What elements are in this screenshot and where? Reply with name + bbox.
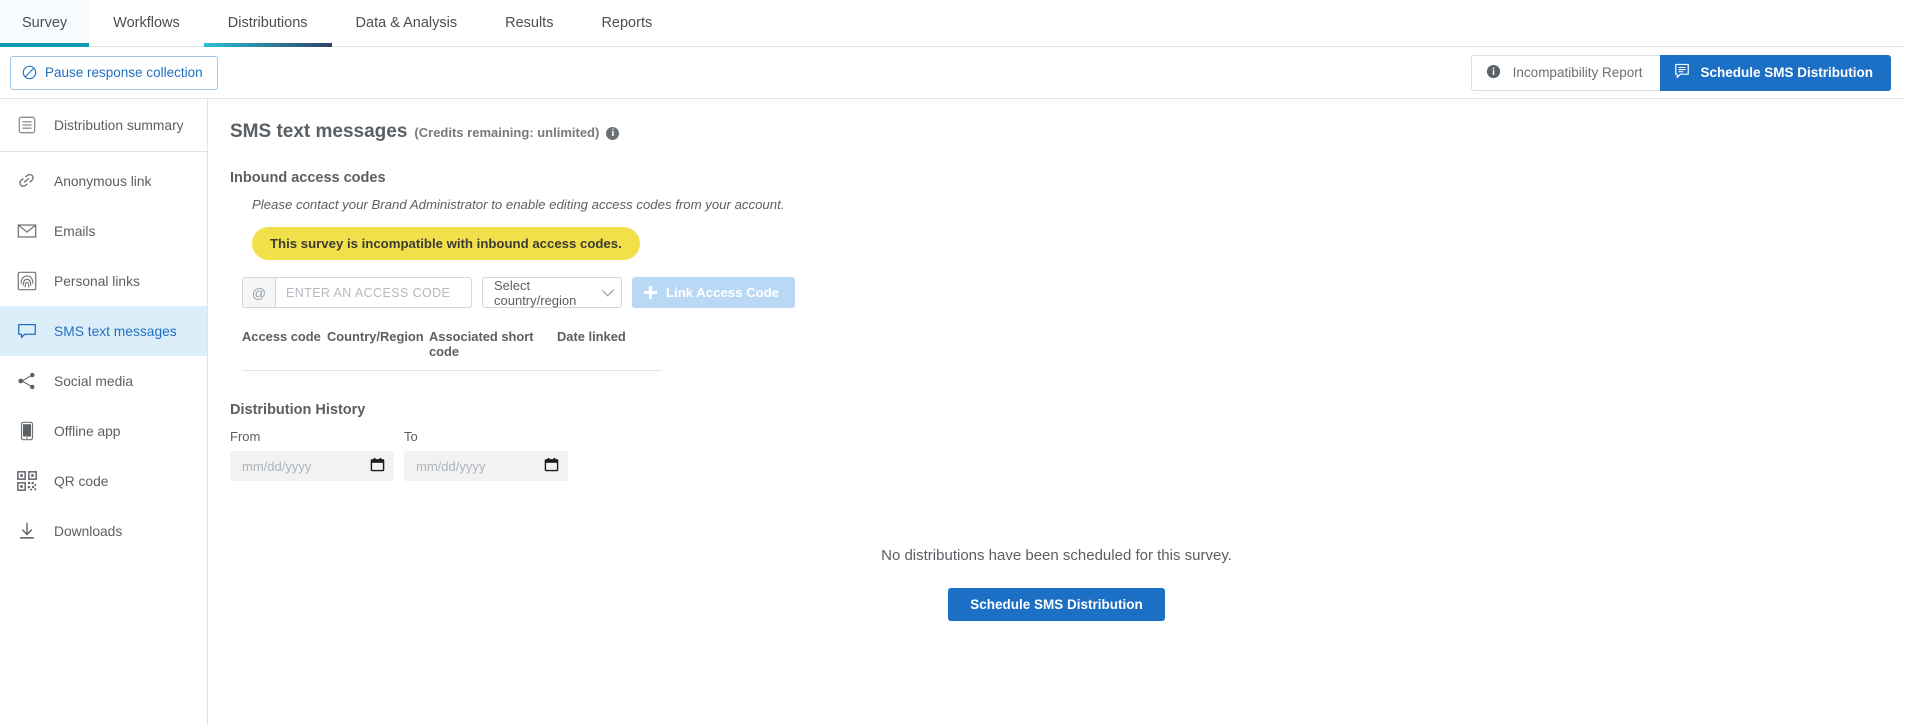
- tab-data-analysis-label: Data & Analysis: [355, 15, 458, 31]
- schedule-sms-distribution-button-main[interactable]: Schedule SMS Distribution: [948, 588, 1165, 621]
- page-title-text: SMS text messages: [230, 121, 408, 142]
- mobile-icon: [14, 418, 40, 444]
- tab-workflows[interactable]: Workflows: [89, 0, 204, 46]
- to-date-field: To mm/dd/yyyy: [404, 429, 568, 481]
- sidebar-item-distribution-summary[interactable]: Distribution summary: [0, 99, 207, 152]
- at-symbol-icon: @: [243, 278, 276, 307]
- distribution-sidebar: Distribution summary Anonymous link Emai…: [0, 99, 208, 725]
- incompatibility-report-label: Incompatibility Report: [1512, 65, 1643, 80]
- fingerprint-icon: [14, 268, 40, 294]
- tab-survey[interactable]: Survey: [0, 0, 90, 47]
- country-region-selected-label: Select country/region: [494, 277, 577, 308]
- column-header-country-region: Country/Region: [327, 329, 424, 344]
- pause-response-collection-button[interactable]: Pause response collection: [10, 55, 218, 90]
- sidebar-label-anonymous-link: Anonymous link: [54, 173, 152, 189]
- column-header-access-code: Access code: [242, 329, 321, 344]
- tab-results[interactable]: Results: [481, 0, 577, 46]
- sidebar-label-qr-code: QR code: [54, 473, 109, 489]
- distribution-history-heading: Distribution History: [230, 402, 366, 418]
- info-icon: [1486, 64, 1501, 82]
- to-label: To: [404, 429, 418, 444]
- from-label: From: [230, 429, 261, 444]
- tab-workflows-label: Workflows: [113, 15, 180, 31]
- to-date-input[interactable]: mm/dd/yyyy: [404, 451, 568, 481]
- plus-icon: [644, 286, 657, 299]
- tab-survey-label: Survey: [22, 15, 68, 31]
- page-title: SMS text messages (Credits remaining: un…: [230, 121, 1905, 143]
- column-header-associated-short-code: Associated short code: [429, 329, 534, 359]
- qr-icon: [14, 468, 40, 494]
- access-code-input-wrapper[interactable]: @: [242, 277, 472, 308]
- tab-distributions[interactable]: Distributions: [203, 0, 332, 47]
- incompatibility-warning-badge: This survey is incompatible with inbound…: [252, 227, 640, 260]
- calendar-icon[interactable]: [544, 457, 559, 475]
- sidebar-label-social-media: Social media: [54, 373, 133, 389]
- sidebar-label-sms-text-messages: SMS text messages: [54, 323, 177, 339]
- from-date-placeholder: mm/dd/yyyy: [242, 458, 312, 474]
- sidebar-item-emails[interactable]: Emails: [0, 206, 207, 256]
- empty-state-message: No distributions have been scheduled for…: [881, 547, 1232, 564]
- from-date-input[interactable]: mm/dd/yyyy: [230, 451, 394, 481]
- schedule-sms-distribution-button-top[interactable]: Schedule SMS Distribution: [1660, 54, 1891, 91]
- sidebar-label-personal-links: Personal links: [54, 273, 140, 289]
- sidebar-label-downloads: Downloads: [54, 523, 123, 539]
- access-code-input[interactable]: [276, 278, 471, 307]
- page-body: Distribution summary Anonymous link Emai…: [0, 99, 1905, 725]
- distribution-empty-state: No distributions have been scheduled for…: [208, 547, 1905, 621]
- tab-results-label: Results: [505, 15, 554, 31]
- credits-remaining-text: (Credits remaining: unlimited): [414, 125, 600, 140]
- to-date-placeholder: mm/dd/yyyy: [416, 458, 486, 474]
- sidebar-label-offline-app: Offline app: [54, 423, 121, 439]
- tab-reports-label: Reports: [601, 15, 653, 31]
- sidebar-item-social-media[interactable]: Social media: [0, 356, 207, 406]
- access-code-entry-row: @ Select country/region Link Access Code: [242, 277, 1905, 308]
- tab-data-analysis[interactable]: Data & Analysis: [332, 0, 482, 46]
- action-bar: Pause response collection Incompatibilit…: [0, 47, 1905, 99]
- share-icon: [14, 368, 40, 394]
- sidebar-item-qr-code[interactable]: QR code: [0, 456, 207, 506]
- no-entry-icon: [22, 65, 37, 80]
- sidebar-label-emails: Emails: [54, 223, 96, 239]
- brand-administrator-hint: Please contact your Brand Administrator …: [252, 197, 785, 212]
- calendar-icon[interactable]: [370, 457, 385, 475]
- from-date-field: From mm/dd/yyyy: [230, 429, 394, 481]
- envelope-icon: [14, 218, 40, 244]
- link-icon: [14, 168, 40, 194]
- sidebar-label-distribution-summary: Distribution summary: [54, 117, 184, 133]
- action-bar-right-group: Incompatibility Report Schedule SMS Dist…: [1470, 54, 1891, 91]
- top-tab-bar: Survey Workflows Distributions Data & An…: [0, 0, 1905, 47]
- list-icon: [14, 112, 40, 138]
- link-access-code-button[interactable]: Link Access Code: [632, 277, 796, 308]
- sidebar-item-sms-text-messages[interactable]: SMS text messages: [0, 306, 207, 356]
- link-access-code-label: Link Access Code: [666, 285, 780, 300]
- date-range-row: From mm/dd/yyyy To mm/dd/yyyy: [230, 429, 1905, 481]
- chat-bubble-icon: [14, 318, 40, 344]
- sidebar-item-downloads[interactable]: Downloads: [0, 506, 207, 556]
- message-bubble-icon: [1674, 63, 1690, 82]
- inbound-access-codes-heading: Inbound access codes: [230, 170, 386, 186]
- pause-button-label: Pause response collection: [45, 65, 203, 80]
- sidebar-item-personal-links[interactable]: Personal links: [0, 256, 207, 306]
- access-codes-table-header: Access code Country/Region Associated sh…: [242, 329, 662, 371]
- incompatibility-report-button[interactable]: Incompatibility Report: [1470, 54, 1661, 91]
- sidebar-item-offline-app[interactable]: Offline app: [0, 406, 207, 456]
- tab-reports[interactable]: Reports: [577, 0, 676, 46]
- credits-info-icon[interactable]: i: [606, 127, 620, 140]
- download-icon: [14, 518, 40, 544]
- main-content: SMS text messages (Credits remaining: un…: [208, 99, 1905, 725]
- column-header-date-linked: Date linked: [557, 329, 626, 344]
- country-region-select[interactable]: Select country/region: [482, 277, 622, 308]
- sidebar-channel-group: Anonymous link Emails Personal links SMS…: [0, 152, 207, 556]
- schedule-sms-top-label: Schedule SMS Distribution: [1700, 65, 1873, 80]
- tab-distributions-label: Distributions: [227, 15, 308, 31]
- sidebar-item-anonymous-link[interactable]: Anonymous link: [0, 156, 207, 206]
